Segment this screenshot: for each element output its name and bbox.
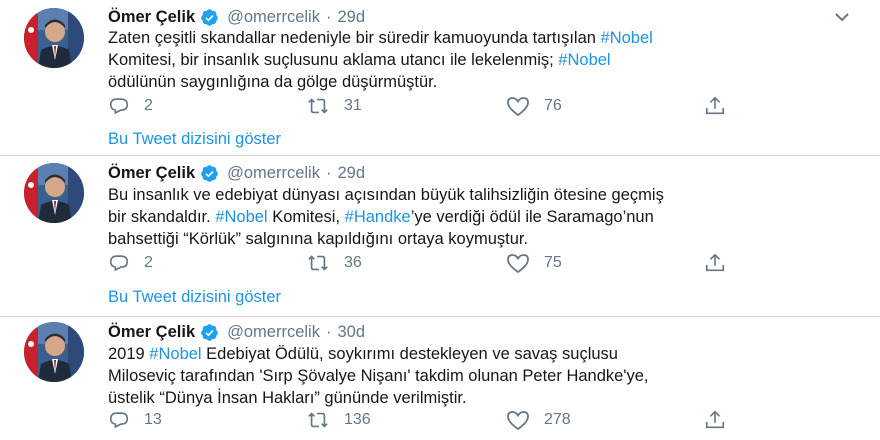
retweet-count: 36	[344, 254, 362, 271]
heart-icon	[506, 252, 530, 274]
show-thread-link[interactable]: Bu Tweet dizisini göster	[108, 130, 281, 149]
text-run: Miloseviç tarafından 'Sırp Şövalye Nişan…	[108, 367, 649, 385]
retweet-button[interactable]: 31	[306, 94, 362, 118]
tweet-line: bir skandaldır. #Nobel Komitesi, #Handke…	[108, 206, 848, 228]
action-bar: 13 136 278	[108, 408, 728, 432]
reply-button[interactable]: 2	[108, 251, 153, 275]
tweet-text: 2019 #Nobel Edebiyat Ödülü, soykırımı de…	[108, 343, 848, 409]
verified-badge-icon	[200, 164, 219, 183]
tweet-header: Ömer Çelik @omerrcelik · 29d	[108, 161, 365, 185]
like-button[interactable]: 76	[506, 94, 562, 118]
reply-button[interactable]: 2	[108, 94, 153, 118]
tweet-line: Miloseviç tarafından 'Sırp Şövalye Nişan…	[108, 365, 848, 387]
text-run: Komitesi,	[267, 208, 345, 226]
like-button[interactable]: 278	[506, 408, 571, 432]
tweet[interactable]: Ömer Çelik @omerrcelik · 30d 2019 #Nobel…	[0, 316, 880, 440]
timestamp[interactable]: 30d	[337, 323, 365, 342]
tweet[interactable]: Ömer Çelik @omerrcelik · 29d Zaten çeşit…	[0, 0, 880, 155]
author-handle[interactable]: @omerrcelik	[227, 323, 320, 342]
text-run: Bu insanlık ve edebiyat dünyası açısında…	[108, 186, 664, 204]
text-run: bir skandaldır.	[108, 208, 216, 226]
verified-badge-icon	[200, 8, 219, 27]
tweet-feed: Ömer Çelik @omerrcelik · 29d Zaten çeşit…	[0, 0, 880, 440]
heart-icon	[506, 409, 530, 431]
reply-button[interactable]: 13	[108, 408, 162, 432]
author-handle[interactable]: @omerrcelik	[227, 8, 320, 27]
hashtag-link[interactable]: #Nobel	[601, 29, 653, 47]
hashtag-link[interactable]: #Nobel	[149, 345, 201, 363]
tweet-line: Bu insanlık ve edebiyat dünyası açısında…	[108, 184, 848, 206]
text-run: Komitesi, bir insanlık suçlusunu aklama …	[108, 51, 559, 69]
author-name[interactable]: Ömer Çelik	[108, 323, 195, 342]
author-name[interactable]: Ömer Çelik	[108, 164, 195, 183]
tweet-header: Ömer Çelik @omerrcelik · 30d	[108, 320, 365, 344]
separator-dot: ·	[325, 163, 332, 182]
text-run: ’ye verdiği ödül ile Saramago’nun	[410, 208, 654, 226]
text-run: Edebiyat Ödülü, soykırımı destekleyen ve…	[201, 345, 618, 363]
timestamp[interactable]: 29d	[337, 8, 365, 27]
retweet-count: 31	[344, 97, 362, 114]
action-bar: 2 31 76	[108, 94, 728, 118]
tweet-text: Zaten çeşitli skandallar nedeniyle bir s…	[108, 27, 848, 93]
text-run: Zaten çeşitli skandallar nedeniyle bir s…	[108, 29, 601, 47]
retweet-button[interactable]: 36	[306, 251, 362, 275]
reply-icon	[108, 409, 130, 431]
like-button[interactable]: 75	[506, 251, 562, 275]
like-count: 75	[544, 254, 562, 271]
retweet-icon	[306, 409, 330, 431]
share-icon	[704, 95, 726, 117]
timestamp[interactable]: 29d	[337, 164, 365, 183]
tweet-line: Zaten çeşitli skandallar nedeniyle bir s…	[108, 27, 848, 49]
show-thread-link[interactable]: Bu Tweet dizisini göster	[108, 288, 281, 307]
avatar[interactable]	[24, 8, 84, 68]
hashtag-link[interactable]: #Nobel	[558, 51, 610, 69]
author-name[interactable]: Ömer Çelik	[108, 8, 195, 27]
separator-dot: ·	[325, 7, 332, 26]
retweet-button[interactable]: 136	[306, 408, 371, 432]
hashtag-link[interactable]: #Handke	[345, 208, 411, 226]
reply-count: 2	[144, 254, 153, 271]
retweet-icon	[306, 252, 330, 274]
share-button[interactable]	[704, 408, 726, 432]
avatar[interactable]	[24, 322, 84, 382]
tweet-text: Bu insanlık ve edebiyat dünyası açısında…	[108, 184, 848, 250]
separator-dot: ·	[325, 322, 332, 341]
reply-count: 13	[144, 411, 162, 428]
retweet-icon	[306, 95, 330, 117]
tweet[interactable]: Ömer Çelik @omerrcelik · 29d Bu insanlık…	[0, 155, 880, 316]
reply-count: 2	[144, 97, 153, 114]
tweet-line: bahsettiği “Körlük” salgınına kapıldığın…	[108, 228, 848, 250]
action-bar: 2 36 75	[108, 251, 728, 275]
author-handle[interactable]: @omerrcelik	[227, 164, 320, 183]
share-button[interactable]	[704, 94, 726, 118]
text-run: 2019	[108, 345, 150, 363]
tweet-line: Komitesi, bir insanlık suçlusunu aklama …	[108, 49, 848, 71]
share-icon	[704, 409, 726, 431]
reply-icon	[108, 252, 130, 274]
reply-icon	[108, 95, 130, 117]
heart-icon	[506, 95, 530, 117]
text-run: üstelik “Dünya İnsan Hakları” gününde ve…	[108, 389, 467, 407]
tweet-line: üstelik “Dünya İnsan Hakları” gününde ve…	[108, 387, 848, 409]
share-icon	[704, 252, 726, 274]
hashtag-link[interactable]: #Nobel	[215, 208, 267, 226]
avatar[interactable]	[24, 163, 84, 223]
retweet-count: 136	[344, 411, 371, 428]
verified-badge-icon	[200, 323, 219, 342]
like-count: 76	[544, 97, 562, 114]
chevron-down-icon[interactable]	[834, 10, 850, 22]
tweet-header: Ömer Çelik @omerrcelik · 29d	[108, 5, 365, 29]
text-run: ödülünün saygınlığına da gölge düşürmüşt…	[108, 73, 438, 91]
tweet-line: ödülünün saygınlığına da gölge düşürmüşt…	[108, 71, 848, 93]
share-button[interactable]	[704, 251, 726, 275]
text-run: bahsettiği “Körlük” salgınına kapıldığın…	[108, 230, 529, 248]
like-count: 278	[544, 411, 571, 428]
tweet-line: 2019 #Nobel Edebiyat Ödülü, soykırımı de…	[108, 343, 848, 365]
